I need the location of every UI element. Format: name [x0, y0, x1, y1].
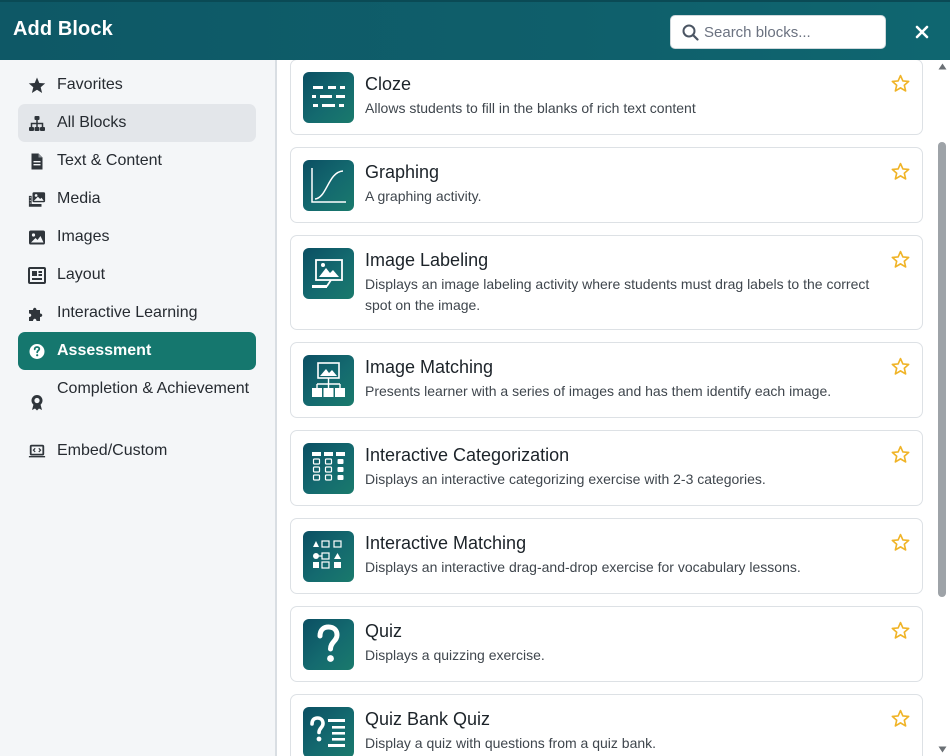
block-card-interactive-categorization[interactable]: Interactive Categorization Displays an i…: [290, 430, 923, 506]
award-icon: [31, 395, 43, 411]
photo-film-icon: [28, 192, 46, 207]
sidebar-item-images[interactable]: Images: [18, 218, 256, 256]
star-outline-icon[interactable]: [891, 533, 910, 552]
category-sidebar: Favorites All Blocks Text & Content Medi…: [0, 60, 277, 756]
block-description: Presents learner with a series of images…: [365, 383, 832, 399]
sidebar-item-label: Images: [57, 228, 110, 245]
image-label-icon: [303, 248, 354, 299]
search-box[interactable]: [670, 15, 886, 49]
block-card-quiz[interactable]: Quiz Displays a quizzing exercise.: [290, 606, 923, 682]
block-title: Image Labeling: [365, 250, 489, 270]
layout-icon: [28, 267, 46, 284]
sidebar-item-label: Media: [57, 190, 101, 207]
question-circle-icon: [29, 344, 45, 359]
sidebar-item-embed-custom[interactable]: Embed/Custom: [18, 432, 256, 470]
matching-icon: [303, 531, 354, 582]
star-outline-icon[interactable]: [891, 250, 910, 269]
sidebar-item-all-blocks[interactable]: All Blocks: [18, 104, 256, 142]
scroll-up-arrow-icon[interactable]: [938, 63, 947, 70]
categorization-icon: [303, 443, 354, 494]
block-card-image-matching[interactable]: Image Matching Presents learner with a s…: [290, 342, 923, 418]
sidebar-item-label: Completion & Achievement: [57, 380, 250, 397]
sidebar-item-label: Assessment: [57, 342, 152, 359]
block-description: Displays an interactive categorizing exe…: [365, 471, 766, 487]
sidebar-item-interactive-learning[interactable]: Interactive Learning: [18, 294, 256, 332]
search-input[interactable]: [704, 22, 879, 43]
cloze-icon: [303, 72, 354, 123]
sidebar-item-assessment[interactable]: Assessment: [18, 332, 256, 370]
sidebar-item-label: Interactive Learning: [57, 304, 198, 321]
sidebar-item-label: Favorites: [57, 76, 123, 93]
block-description: Allows students to fill in the blanks of…: [365, 100, 696, 116]
block-card-image-labeling[interactable]: Image Labeling Displays an image labelin…: [290, 235, 923, 330]
sidebar-item-label: All Blocks: [57, 114, 127, 131]
block-description: Displays a quizzing exercise.: [365, 647, 545, 663]
block-description: Display a quiz with questions from a qui…: [365, 735, 657, 751]
star-outline-icon[interactable]: [891, 162, 910, 181]
sidebar-item-label: Layout: [57, 266, 106, 283]
star-outline-icon[interactable]: [891, 74, 910, 93]
graph-curve-icon: [303, 160, 354, 211]
sidebar-item-text-content[interactable]: Text & Content: [18, 142, 256, 180]
star-outline-icon[interactable]: [891, 357, 910, 376]
question-mark-icon: [303, 619, 354, 670]
star-outline-icon[interactable]: [891, 709, 910, 728]
image-icon: [29, 230, 45, 245]
quiz-bank-icon: [303, 707, 354, 756]
block-card-interactive-matching[interactable]: Interactive Matching Displays an interac…: [290, 518, 923, 594]
block-description: A graphing activity.: [365, 188, 482, 204]
sitemap-icon: [29, 116, 45, 131]
block-title: Cloze: [365, 74, 412, 94]
star-outline-icon[interactable]: [891, 621, 910, 640]
block-title: Quiz Bank Quiz: [365, 709, 491, 729]
block-title: Quiz: [365, 621, 403, 641]
sidebar-item-completion-achievement[interactable]: Completion & Achievement: [18, 376, 256, 426]
block-list: Cloze Allows students to fill in the bla…: [279, 60, 935, 756]
puzzle-icon: [29, 307, 43, 321]
block-card-cloze[interactable]: Cloze Allows students to fill in the bla…: [290, 60, 923, 135]
sidebar-item-favorites[interactable]: Favorites: [18, 66, 256, 104]
block-title: Interactive Categorization: [365, 445, 570, 465]
sidebar-item-media[interactable]: Media: [18, 180, 256, 218]
image-match-icon: [303, 355, 354, 406]
close-icon[interactable]: [911, 21, 933, 43]
modal-title: Add Block: [13, 18, 113, 40]
modal-header: Add Block: [0, 0, 950, 60]
star-icon: [28, 77, 46, 93]
sidebar-item-label: Text & Content: [57, 152, 162, 169]
scroll-down-arrow-icon[interactable]: [938, 746, 947, 753]
block-title: Interactive Matching: [365, 533, 527, 553]
sidebar-item-label: Embed/Custom: [57, 442, 168, 459]
block-title: Graphing: [365, 162, 440, 182]
scroll-thumb[interactable]: [938, 142, 946, 597]
block-card-graphing[interactable]: Graphing A graphing activity.: [290, 147, 923, 223]
block-description: Displays an interactive drag-and-drop ex…: [365, 559, 801, 575]
block-title: Image Matching: [365, 357, 494, 377]
block-description: Displays an image labeling activity wher…: [365, 276, 870, 313]
search-icon: [682, 24, 699, 41]
document-icon: [31, 153, 43, 170]
scrollbar[interactable]: [935, 60, 950, 756]
star-outline-icon[interactable]: [891, 445, 910, 464]
code-laptop-icon: [28, 444, 46, 458]
sidebar-item-layout[interactable]: Layout: [18, 256, 256, 294]
block-card-quiz-bank-quiz[interactable]: Quiz Bank Quiz Display a quiz with quest…: [290, 694, 923, 756]
